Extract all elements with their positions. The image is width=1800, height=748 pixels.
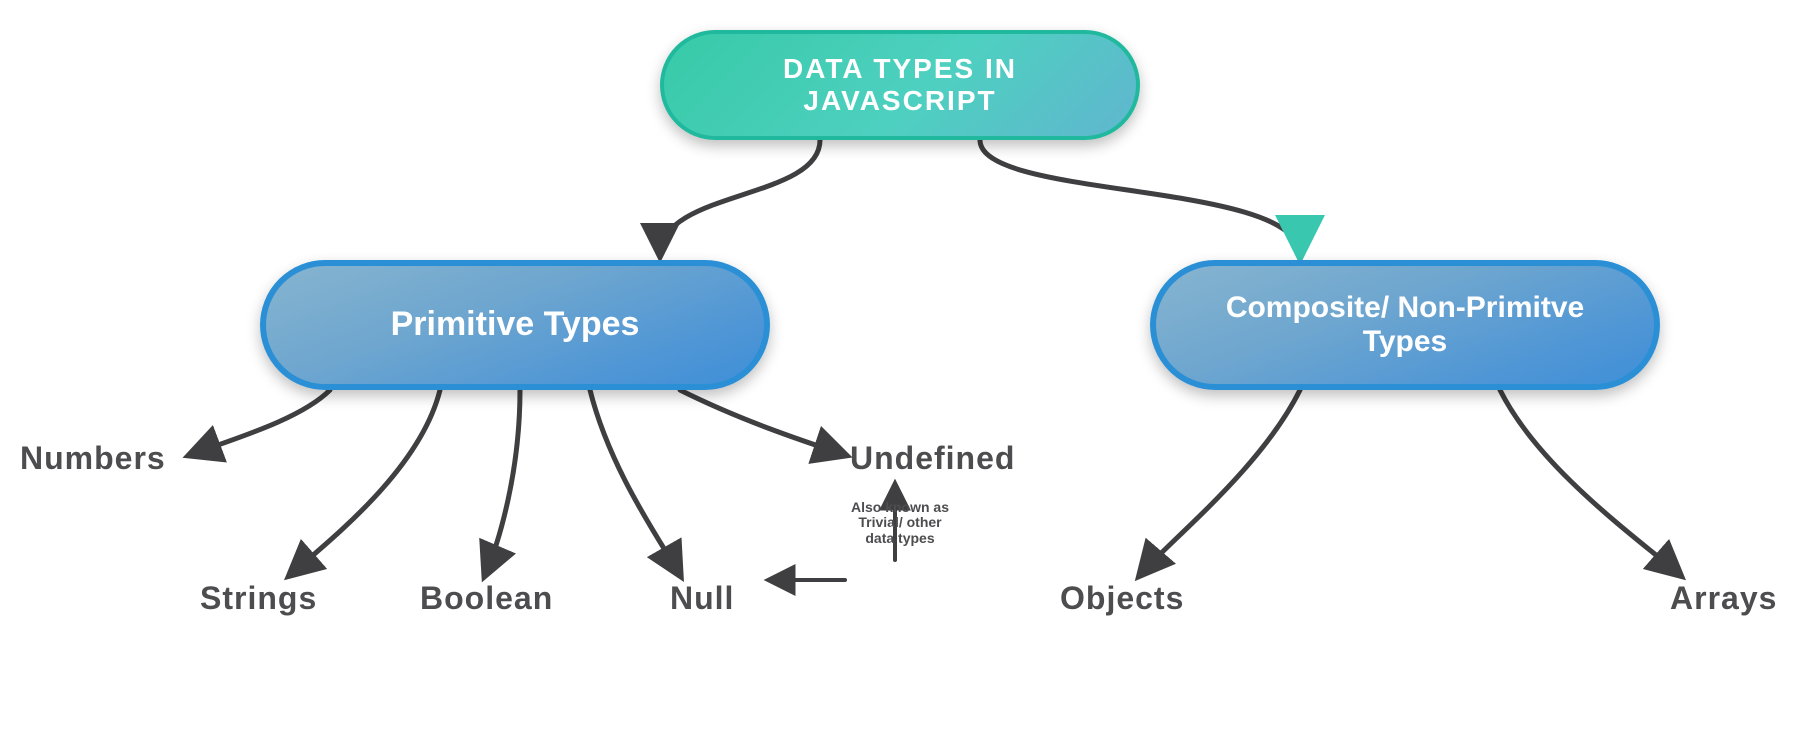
leaf-undefined: Undefined — [850, 440, 1015, 477]
leaf-numbers: Numbers — [20, 440, 166, 477]
root-title: DATA TYPES IN JAVASCRIPT — [694, 53, 1106, 117]
leaf-objects: Objects — [1060, 580, 1184, 617]
category-primitive: Primitive Types — [260, 260, 770, 390]
leaf-boolean: Boolean — [420, 580, 553, 617]
category-composite: Composite/ Non-Primitve Types — [1150, 260, 1660, 390]
annotation-trivial: Also known as Trivial/ other data types — [850, 500, 950, 546]
root-node: DATA TYPES IN JAVASCRIPT — [660, 30, 1140, 140]
leaf-null: Null — [670, 580, 734, 617]
category-composite-label: Composite/ Non-Primitve Types — [1186, 291, 1624, 360]
leaf-strings: Strings — [200, 580, 317, 617]
category-primitive-label: Primitive Types — [391, 305, 640, 344]
leaf-arrays: Arrays — [1670, 580, 1777, 617]
